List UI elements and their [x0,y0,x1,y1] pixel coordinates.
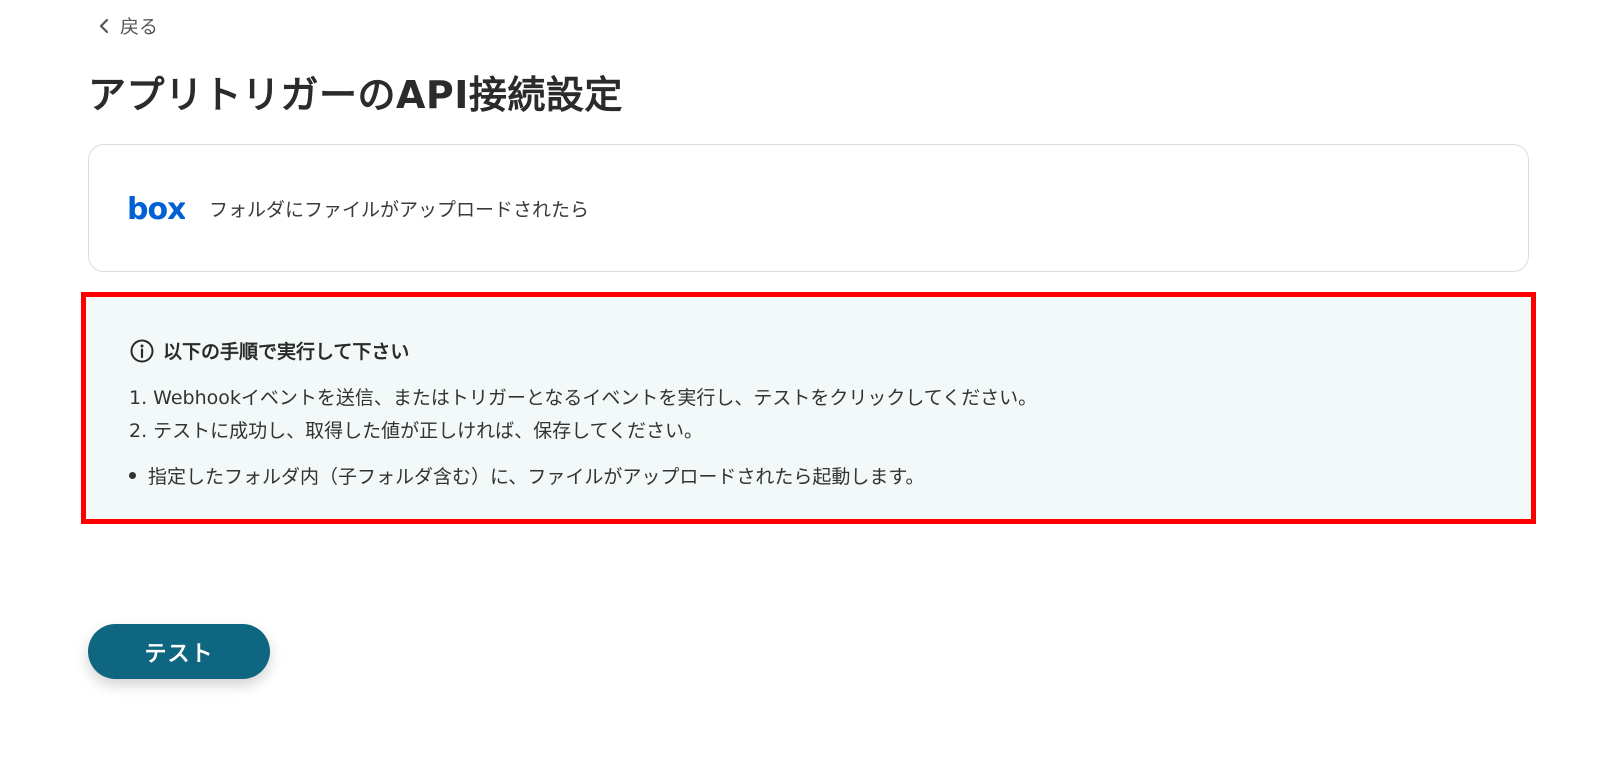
test-button[interactable]: テスト [88,624,270,679]
instruction-step: 1. Webhookイベントを送信、またはトリガーとなるイベントを実行し、テスト… [129,387,1038,409]
instructions-title: 以下の手順で実行して下さい [163,341,410,363]
instructions-panel: 以下の手順で実行して下さい 1. Webhookイベントを送信、またはトリガーと… [81,292,1536,524]
box-logo: box [127,193,185,223]
bullet-icon [129,472,136,479]
trigger-card: box フォルダにファイルがアップロードされたら [88,144,1529,272]
back-link[interactable]: 戻る [98,12,158,39]
page-title: アプリトリガーのAPI接続設定 [88,73,623,117]
chevron-left-icon [98,18,110,34]
instruction-note: 指定したフォルダ内（子フォルダ含む）に、ファイルがアップロードされたら起動します… [129,462,925,489]
trigger-label: フォルダにファイルがアップロードされたら [209,198,590,221]
box-logo-text: box [127,193,185,223]
instruction-step: 2. テストに成功し、取得した値が正しければ、保存してください。 [129,420,704,442]
instruction-note-text: 指定したフォルダ内（子フォルダ含む）に、ファイルがアップロードされたら起動します… [148,466,925,488]
instructions-header: 以下の手順で実行して下さい [129,337,409,364]
info-icon [129,338,155,364]
page: 戻る アプリトリガーのAPI接続設定 box フォルダにファイルがアップロードさ… [0,0,1600,763]
back-label: 戻る [120,16,159,38]
